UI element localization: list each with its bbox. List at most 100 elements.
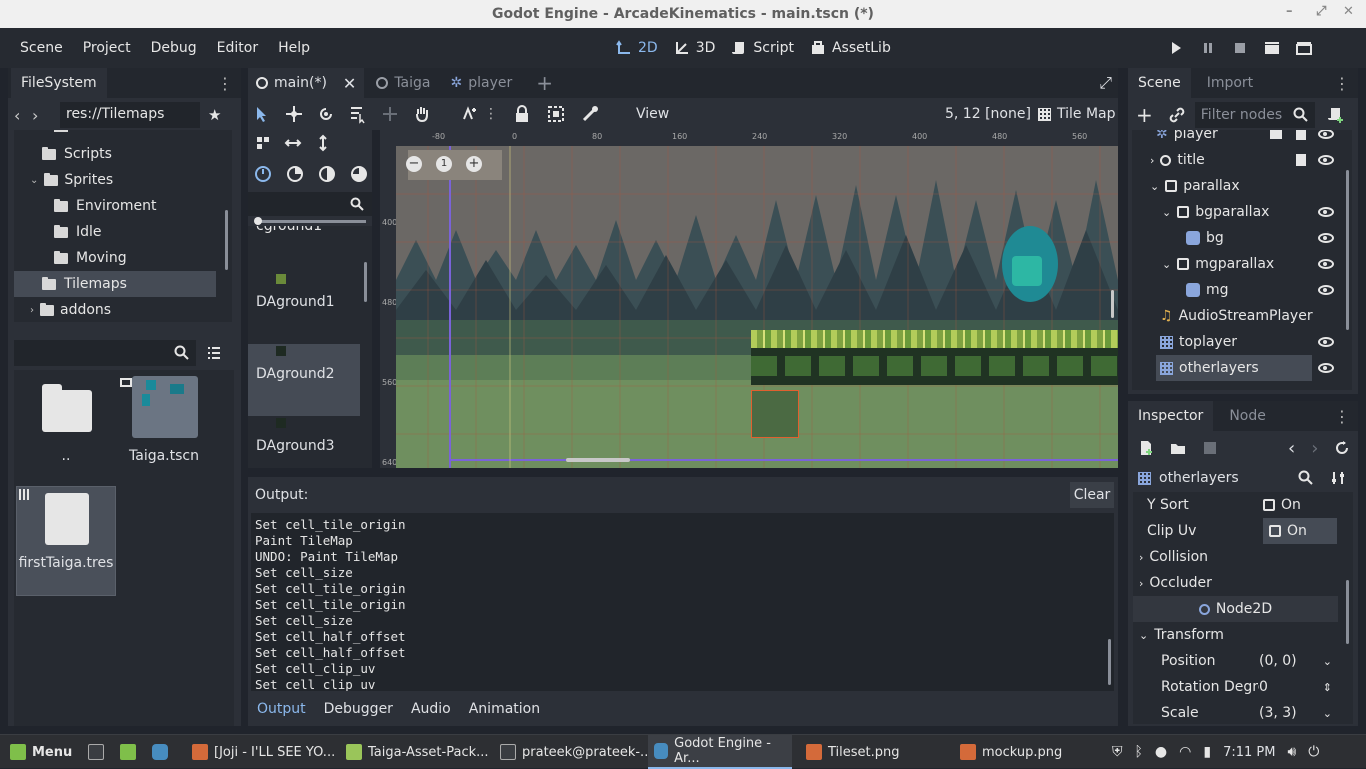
clip-uv-checkbox[interactable]: On <box>1263 518 1337 544</box>
history-forward-icon[interactable]: › <box>1311 438 1318 459</box>
tab-output[interactable]: Output <box>248 701 315 717</box>
history-back-icon[interactable]: ‹ <box>1288 438 1295 459</box>
script-icon[interactable] <box>1296 154 1306 166</box>
pause-button[interactable] <box>1192 28 1224 68</box>
tile-list-scrollbar[interactable] <box>364 262 367 302</box>
tile-zoom-slider[interactable] <box>256 220 366 223</box>
viewport-2d[interactable]: -80 0 80 160 240 320 400 480 560 400 480… <box>380 130 1118 468</box>
user-icon[interactable]: ● <box>1155 744 1167 760</box>
shield-icon[interactable]: ⛨ <box>1112 744 1123 760</box>
snap-options-icon[interactable]: ⋮ <box>484 106 498 122</box>
tree-item-addons[interactable]: › addons <box>14 297 232 322</box>
tab-node[interactable]: Node <box>1219 401 1276 431</box>
move-mode-icon[interactable] <box>284 104 304 124</box>
tile-item-daground2[interactable]: DAground2 <box>248 344 360 416</box>
scene-tree-scrollbar[interactable] <box>1346 170 1349 330</box>
maximize-button[interactable]: ⤢ <box>1316 4 1326 19</box>
tree-scrollbar[interactable] <box>225 210 228 270</box>
view-menu[interactable]: View <box>636 106 669 122</box>
section-transform[interactable]: ⌄ Transform <box>1133 622 1338 648</box>
rotate-0-icon[interactable] <box>254 165 272 183</box>
start-menu-button[interactable]: Menu <box>4 735 78 769</box>
scene-instance-icon[interactable] <box>1270 130 1282 139</box>
workspace-script[interactable]: Script <box>723 28 802 68</box>
rotate-270-icon[interactable] <box>350 165 368 183</box>
snap-icon[interactable] <box>460 104 480 124</box>
back-arrow-icon[interactable]: ‹ <box>14 106 32 125</box>
node-parallax[interactable]: ⌄ parallax <box>1132 173 1342 199</box>
visibility-eye-icon[interactable] <box>1318 259 1334 269</box>
expand-arrow-icon[interactable]: ⌄ <box>30 175 38 186</box>
object-history-icon[interactable] <box>1334 440 1350 456</box>
file-item-taiga-tscn[interactable]: Taiga.tscn <box>116 376 212 486</box>
zoom-out-icon[interactable]: − <box>406 156 422 172</box>
attach-script-icon[interactable] <box>1327 106 1345 124</box>
play-scene-button[interactable] <box>1256 28 1288 68</box>
play-custom-scene-button[interactable] <box>1288 28 1320 68</box>
object-properties-icon[interactable] <box>1330 470 1346 486</box>
power-icon[interactable]: ⏻ <box>1308 744 1319 760</box>
tile-item-label[interactable]: cground1 <box>256 226 322 234</box>
inspector-scrollbar[interactable] <box>1346 580 1349 644</box>
rotate-90-icon[interactable] <box>286 165 304 183</box>
tree-item-moving[interactable]: Moving <box>14 245 232 271</box>
favorite-star-icon[interactable]: ★ <box>208 106 221 124</box>
tab-main[interactable]: main(*) ✕ <box>248 68 365 98</box>
output-log[interactable]: Set cell_tile_origin Paint TileMap UNDO: P… <box>251 513 1114 691</box>
search-icon[interactable] <box>174 345 190 361</box>
wifi-icon[interactable]: ◠ <box>1179 744 1191 760</box>
workspace-assetlib[interactable]: AssetLib <box>802 28 899 68</box>
list-select-icon[interactable] <box>348 104 368 124</box>
scale-value[interactable]: (3, 3) <box>1259 705 1297 721</box>
rotation-value[interactable]: 0 <box>1259 679 1268 695</box>
file-item-firsttaiga-tres[interactable]: firstTaiga.tres <box>16 486 116 596</box>
tab-scene[interactable]: Scene <box>1128 68 1191 98</box>
player-collision-shape[interactable] <box>1002 226 1058 302</box>
group-icon[interactable] <box>546 104 566 124</box>
task-godot[interactable]: Godot Engine - Ar... <box>648 735 792 769</box>
add-tab-icon[interactable]: + <box>536 71 553 95</box>
tree-item-tilemaps[interactable]: Tilemaps <box>14 271 216 297</box>
menu-help[interactable]: Help <box>268 28 320 68</box>
tile-item-daground1[interactable]: DAground1 <box>248 272 360 342</box>
pivot-icon[interactable] <box>380 104 400 124</box>
slider-grabber[interactable] <box>254 217 262 225</box>
play-button[interactable] <box>1160 28 1192 68</box>
node-mgparallax[interactable]: ⌄ mgparallax <box>1132 251 1342 277</box>
menu-scene[interactable]: Scene <box>10 28 73 68</box>
dock-menu-icon[interactable]: ⋮ <box>217 74 233 93</box>
tab-player[interactable]: ✲ player <box>442 68 520 98</box>
stop-button[interactable] <box>1224 28 1256 68</box>
tab-inspector[interactable]: Inspector <box>1128 401 1214 431</box>
file-filter-input[interactable] <box>14 340 196 366</box>
expand-arrow-icon[interactable]: ⌄ <box>1162 258 1171 271</box>
close-tab-icon[interactable]: ✕ <box>343 74 356 93</box>
tree-item-idle[interactable]: Idle <box>14 219 232 245</box>
script-icon[interactable] <box>1296 130 1306 140</box>
search-icon[interactable] <box>1298 470 1314 486</box>
open-folder-icon[interactable] <box>1170 440 1186 456</box>
tab-animation[interactable]: Animation <box>460 701 549 717</box>
volume-icon[interactable]: 🔊︎ <box>1287 744 1296 760</box>
bluetooth-icon[interactable]: ᛒ <box>1135 744 1143 760</box>
node-audiostreamplayer[interactable]: ♫ AudioStreamPlayer <box>1132 303 1342 329</box>
new-resource-icon[interactable] <box>1138 440 1154 456</box>
launcher-files[interactable] <box>114 735 142 769</box>
zoom-reset-button[interactable]: 1 <box>436 156 452 172</box>
launcher-terminal[interactable] <box>82 735 110 769</box>
dock-menu-icon[interactable]: ⋮ <box>1334 407 1350 426</box>
expand-arrow-icon[interactable]: ⌄ <box>1162 206 1171 219</box>
task-taiga-asset-pack[interactable]: Taiga-Asset-Pack... <box>340 735 495 769</box>
menu-project[interactable]: Project <box>73 28 141 68</box>
distraction-free-icon[interactable]: ⤢ <box>1099 73 1112 93</box>
visibility-eye-icon[interactable] <box>1318 207 1334 217</box>
launcher-godot[interactable] <box>146 735 174 769</box>
battery-icon[interactable]: ▮ <box>1203 744 1211 760</box>
node-mg[interactable]: mg <box>1132 277 1342 303</box>
rotate-180-icon[interactable] <box>318 165 336 183</box>
workspace-3d[interactable]: 3D <box>666 28 724 68</box>
tab-filesystem[interactable]: FileSystem <box>11 68 107 98</box>
section-collision[interactable]: › Collision <box>1133 544 1338 570</box>
node-toplayer[interactable]: toplayer <box>1132 329 1342 355</box>
tile-item-daground3[interactable]: DAground3 <box>248 416 360 468</box>
